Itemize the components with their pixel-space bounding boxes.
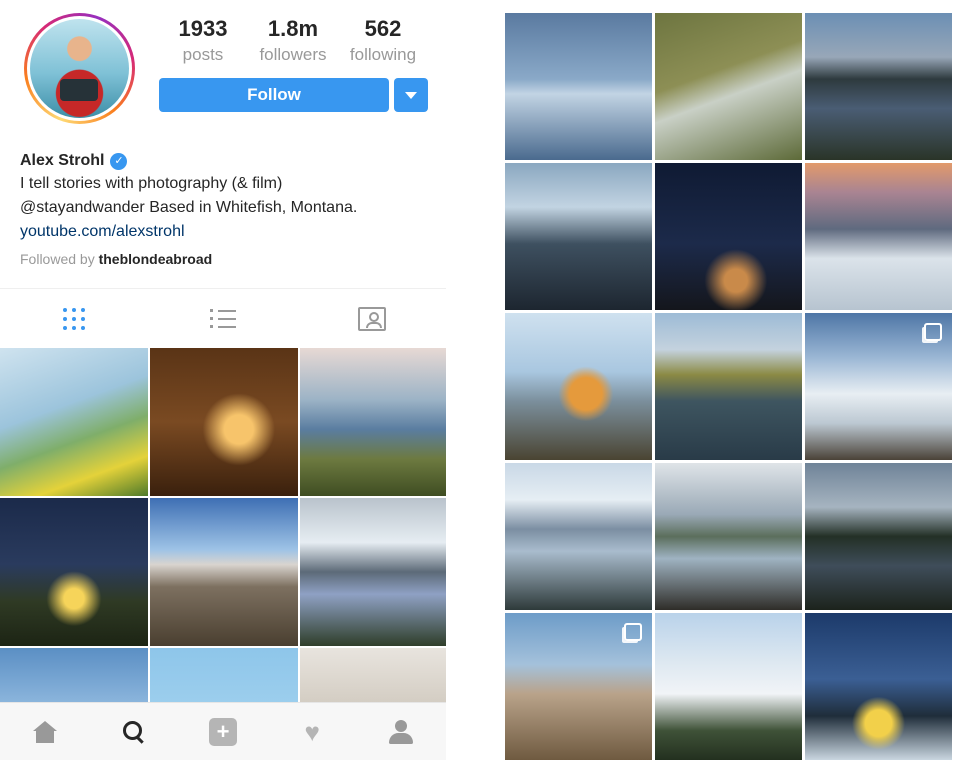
list-line <box>218 309 236 312</box>
avatar-photo <box>30 19 129 118</box>
multiple-photos-icon <box>924 323 942 341</box>
grid-icon <box>63 307 86 330</box>
nav-activity[interactable]: ♥ <box>268 703 357 760</box>
feed-photo-tile[interactable] <box>805 163 952 310</box>
camera-shape <box>60 79 98 101</box>
feed-photo-tile[interactable] <box>805 463 952 610</box>
profile-name-row: Alex Strohl ✓ <box>20 150 440 172</box>
suggestions-dropdown-button[interactable] <box>394 78 428 112</box>
feed-photo-tile[interactable] <box>505 463 652 610</box>
feed-photo-grid <box>505 13 953 760</box>
list-bullet <box>210 325 213 328</box>
feed-photo-tile[interactable] <box>655 613 802 760</box>
list-line <box>218 325 236 328</box>
follow-button[interactable]: Follow <box>159 78 389 112</box>
followed-by-text: Followed by theblondeabroad <box>20 246 440 272</box>
following-count: 562 <box>364 16 402 41</box>
nav-home[interactable] <box>0 703 89 760</box>
search-icon <box>122 720 145 743</box>
grid-dot <box>72 307 77 312</box>
list-bullet <box>210 309 213 312</box>
grid-dot <box>63 325 68 330</box>
nav-search[interactable] <box>89 703 178 760</box>
tagged-icon <box>357 306 386 331</box>
tab-list[interactable] <box>149 289 298 348</box>
feed-photo-tile[interactable] <box>505 613 652 760</box>
followed-by-prefix: Followed by <box>20 251 99 267</box>
grid-dot <box>72 325 77 330</box>
avatar-border <box>27 16 132 121</box>
feed-photo-tile[interactable] <box>505 313 652 460</box>
grid-dot <box>81 325 86 330</box>
feed-photo-tile[interactable] <box>805 613 952 760</box>
list-row <box>210 309 236 312</box>
feed-photo-tile[interactable] <box>655 463 802 610</box>
bio-website-link[interactable]: youtube.com/alexstrohl <box>20 220 440 244</box>
bio-line-1: I tell stories with photography (& film) <box>20 175 283 192</box>
following-stat[interactable]: 562 following <box>338 16 428 68</box>
home-icon <box>32 720 57 743</box>
feed-photo-tile[interactable] <box>805 13 952 160</box>
nav-new-post[interactable]: + <box>178 703 267 760</box>
grid-photo-tile[interactable] <box>150 498 298 646</box>
followers-label: followers <box>259 45 327 64</box>
posts-label: posts <box>182 45 224 64</box>
bottom-navigation: + ♥ <box>0 702 446 760</box>
list-row <box>210 317 236 320</box>
following-label: following <box>349 45 417 64</box>
plus-icon: + <box>209 717 237 746</box>
feed-photo-tile[interactable] <box>505 163 652 310</box>
grid-photo-tile[interactable] <box>150 348 298 496</box>
posts-stat[interactable]: 1933 posts <box>158 16 248 68</box>
verified-badge-icon: ✓ <box>110 152 128 170</box>
nav-profile[interactable] <box>357 703 446 760</box>
profile-bio: Alex Strohl ✓ I tell stories with photog… <box>20 150 440 272</box>
posts-count: 1933 <box>178 16 228 41</box>
grid-photo-tile[interactable] <box>0 498 148 646</box>
grid-photo-tile[interactable] <box>300 498 446 646</box>
grid-dot <box>81 316 86 321</box>
grid-photo-tile[interactable] <box>300 348 446 496</box>
tab-tagged[interactable] <box>297 289 446 348</box>
followers-count: 1.8m <box>267 16 319 41</box>
profile-icon <box>389 719 414 744</box>
list-line <box>218 317 236 320</box>
avatar[interactable] <box>24 13 135 124</box>
list-bullet <box>210 317 213 320</box>
tab-grid[interactable] <box>0 289 149 348</box>
bio-line-2: @stayandwander Based in Whitefish, Monta… <box>20 199 358 216</box>
grid-dot <box>81 307 86 312</box>
profile-view-tabs <box>0 288 446 348</box>
profile-screen: 1933 posts 1.8m followers 562 following … <box>0 0 446 760</box>
chevron-down-icon <box>405 91 417 99</box>
feed-photo-tile[interactable] <box>655 163 802 310</box>
profile-stats: 1933 posts 1.8m followers 562 following <box>158 16 428 68</box>
followed-by-user-link[interactable]: theblondeabroad <box>99 251 213 267</box>
feed-photo-tile[interactable] <box>505 13 652 160</box>
followers-stat[interactable]: 1.8m followers <box>248 16 338 68</box>
grid-dot <box>63 307 68 312</box>
profile-name: Alex Strohl <box>20 152 105 169</box>
heart-icon: ♥ <box>304 716 320 747</box>
list-row <box>210 325 236 328</box>
feed-photo-tile[interactable] <box>655 13 802 160</box>
grid-dot <box>63 316 68 321</box>
multiple-photos-icon <box>624 623 642 641</box>
grid-dot <box>72 316 77 321</box>
grid-photo-tile[interactable] <box>0 348 148 496</box>
feed-photo-tile[interactable] <box>655 313 802 460</box>
list-icon <box>210 304 236 333</box>
feed-photo-tile[interactable] <box>805 313 952 460</box>
